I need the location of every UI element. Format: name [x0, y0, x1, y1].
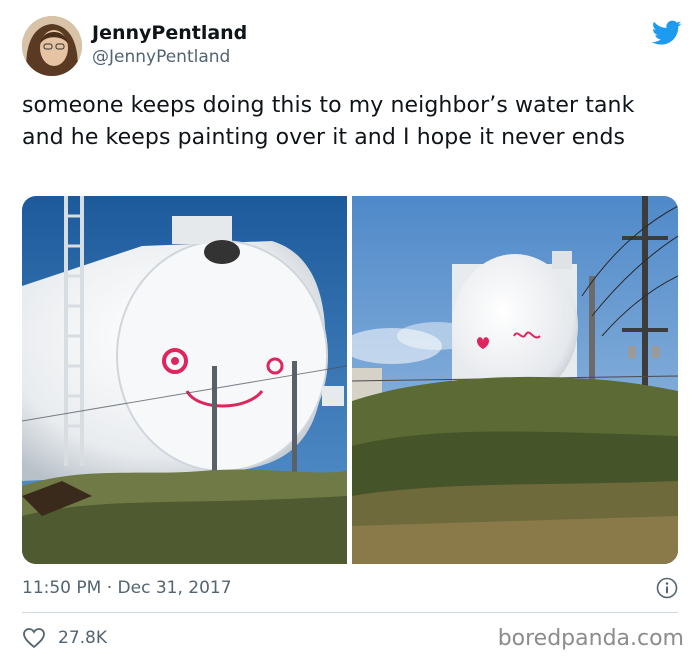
like-button[interactable]: 27.8K: [22, 624, 107, 652]
tweet-timestamp[interactable]: 11:50 PM · Dec 31, 2017: [22, 574, 682, 602]
tweet-text: someone keeps doing this to my neighbor’…: [22, 93, 635, 150]
info-icon[interactable]: [656, 577, 678, 599]
tweet-media: [22, 196, 678, 564]
like-count: 27.8K: [58, 628, 107, 648]
water-tank-closeup-image: [22, 196, 347, 564]
user-handle[interactable]: @JennyPentland: [92, 46, 247, 68]
tweet-date: Dec 31, 2017: [117, 578, 232, 598]
tweet-time: 11:50 PM: [22, 578, 102, 598]
twitter-bird-icon[interactable]: [652, 20, 682, 46]
water-tank-distance-photo[interactable]: [352, 196, 678, 564]
tweet-header: JennyPentland @JennyPentland: [22, 16, 682, 80]
display-name[interactable]: JennyPentland: [92, 22, 247, 44]
divider: [22, 612, 678, 613]
watermark: boredpanda.com: [497, 626, 684, 651]
avatar[interactable]: [22, 16, 82, 76]
avatar-image: [22, 16, 82, 76]
heart-icon: [23, 628, 45, 649]
water-tank-closeup-photo[interactable]: [22, 196, 347, 564]
timestamp-separator: ·: [106, 578, 113, 598]
water-tank-distance-image: [352, 196, 678, 564]
